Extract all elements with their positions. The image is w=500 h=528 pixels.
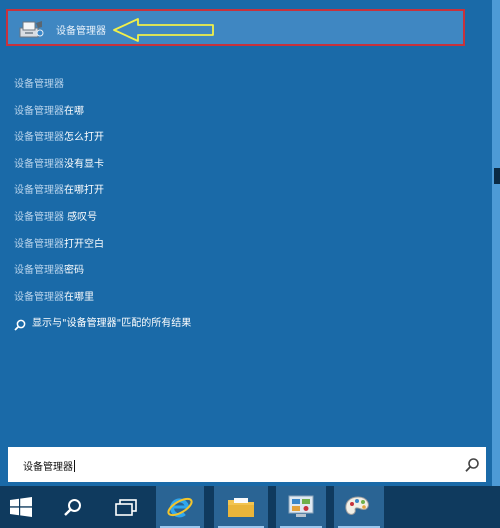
start-button[interactable] <box>0 486 46 528</box>
suggestion-match-text: 设备管理器 <box>14 185 64 197</box>
start-icon <box>10 497 32 517</box>
suggestion-match-text: 设备管理器 <box>14 211 64 223</box>
search-box[interactable]: 设备管理器 <box>8 447 486 482</box>
file-explorer-button[interactable] <box>214 486 268 528</box>
search-icon <box>64 499 81 516</box>
paint-button[interactable] <box>334 486 384 528</box>
suggestion-item[interactable]: 设备管理器 <box>14 72 454 99</box>
search-input-value: 设备管理器 <box>23 462 73 473</box>
suggestion-extra-text: 打开空白 <box>64 238 104 250</box>
suggestion-match-text: 设备管理器 <box>14 132 64 144</box>
paint-icon <box>345 496 369 515</box>
suggestion-item[interactable]: 设备管理器 感叹号 <box>14 205 454 232</box>
task-view-button[interactable] <box>104 486 148 528</box>
suggestion-extra-text: 感叹号 <box>64 211 98 223</box>
suggestion-extra-text: 在哪打开 <box>64 185 104 197</box>
yellow-arrow-annotation <box>113 18 214 42</box>
suggestion-match-text: 设备管理器 <box>14 265 64 277</box>
file-explorer-icon <box>228 498 254 517</box>
suggestion-extra-text: 在哪里 <box>64 291 94 303</box>
suggestion-extra-text: 没有显卡 <box>64 158 104 170</box>
search-icon[interactable] <box>464 457 480 473</box>
suggestion-match-text: 设备管理器 <box>14 238 64 250</box>
suggestion-item[interactable]: 设备管理器密码 <box>14 258 454 285</box>
top-result-device-manager[interactable]: 设备管理器 <box>6 9 465 46</box>
search-icon <box>14 319 26 331</box>
suggestion-item[interactable]: 设备管理器怎么打开 <box>14 125 454 152</box>
internet-explorer-button[interactable] <box>156 486 204 528</box>
show-all-results-link[interactable]: 显示与"设备管理器"匹配的所有结果 <box>14 311 454 338</box>
suggestion-extra-text: 密码 <box>64 265 84 277</box>
suggestion-item[interactable]: 设备管理器没有显卡 <box>14 152 454 179</box>
suggestion-match-text: 设备管理器 <box>14 79 64 90</box>
search-results-panel: 设备管理器 设备管理器 设备管理器在哪 设备管理器怎么打开 设备管理器没有显卡 … <box>0 0 492 486</box>
control-panel-icon <box>288 495 314 517</box>
search-suggestions-list: 设备管理器 设备管理器在哪 设备管理器怎么打开 设备管理器没有显卡 设备管理器在… <box>14 72 454 338</box>
suggestion-item[interactable]: 设备管理器在哪打开 <box>14 178 454 205</box>
suggestion-extra-text: 怎么打开 <box>64 132 104 144</box>
search-input[interactable]: 设备管理器 <box>23 458 75 473</box>
show-all-results-label: 显示与"设备管理器"匹配的所有结果 <box>32 318 192 330</box>
suggestion-item[interactable]: 设备管理器在哪里 <box>14 285 454 312</box>
desktop-edge-mark <box>494 168 500 184</box>
suggestion-item[interactable]: 设备管理器在哪 <box>14 99 454 126</box>
suggestion-extra-text: 在哪 <box>64 105 84 117</box>
top-result-label: 设备管理器 <box>56 26 106 37</box>
control-panel-button[interactable] <box>276 486 326 528</box>
taskbar-search-button[interactable] <box>50 486 94 528</box>
text-caret <box>74 460 75 472</box>
device-manager-icon <box>19 21 44 38</box>
suggestion-match-text: 设备管理器 <box>14 291 64 303</box>
desktop-edge <box>492 0 500 486</box>
task-view-icon <box>115 499 137 516</box>
suggestion-match-text: 设备管理器 <box>14 158 64 170</box>
taskbar <box>0 486 500 528</box>
suggestion-item[interactable]: 设备管理器打开空白 <box>14 232 454 259</box>
internet-explorer-icon <box>167 497 193 518</box>
suggestion-match-text: 设备管理器 <box>14 105 64 117</box>
